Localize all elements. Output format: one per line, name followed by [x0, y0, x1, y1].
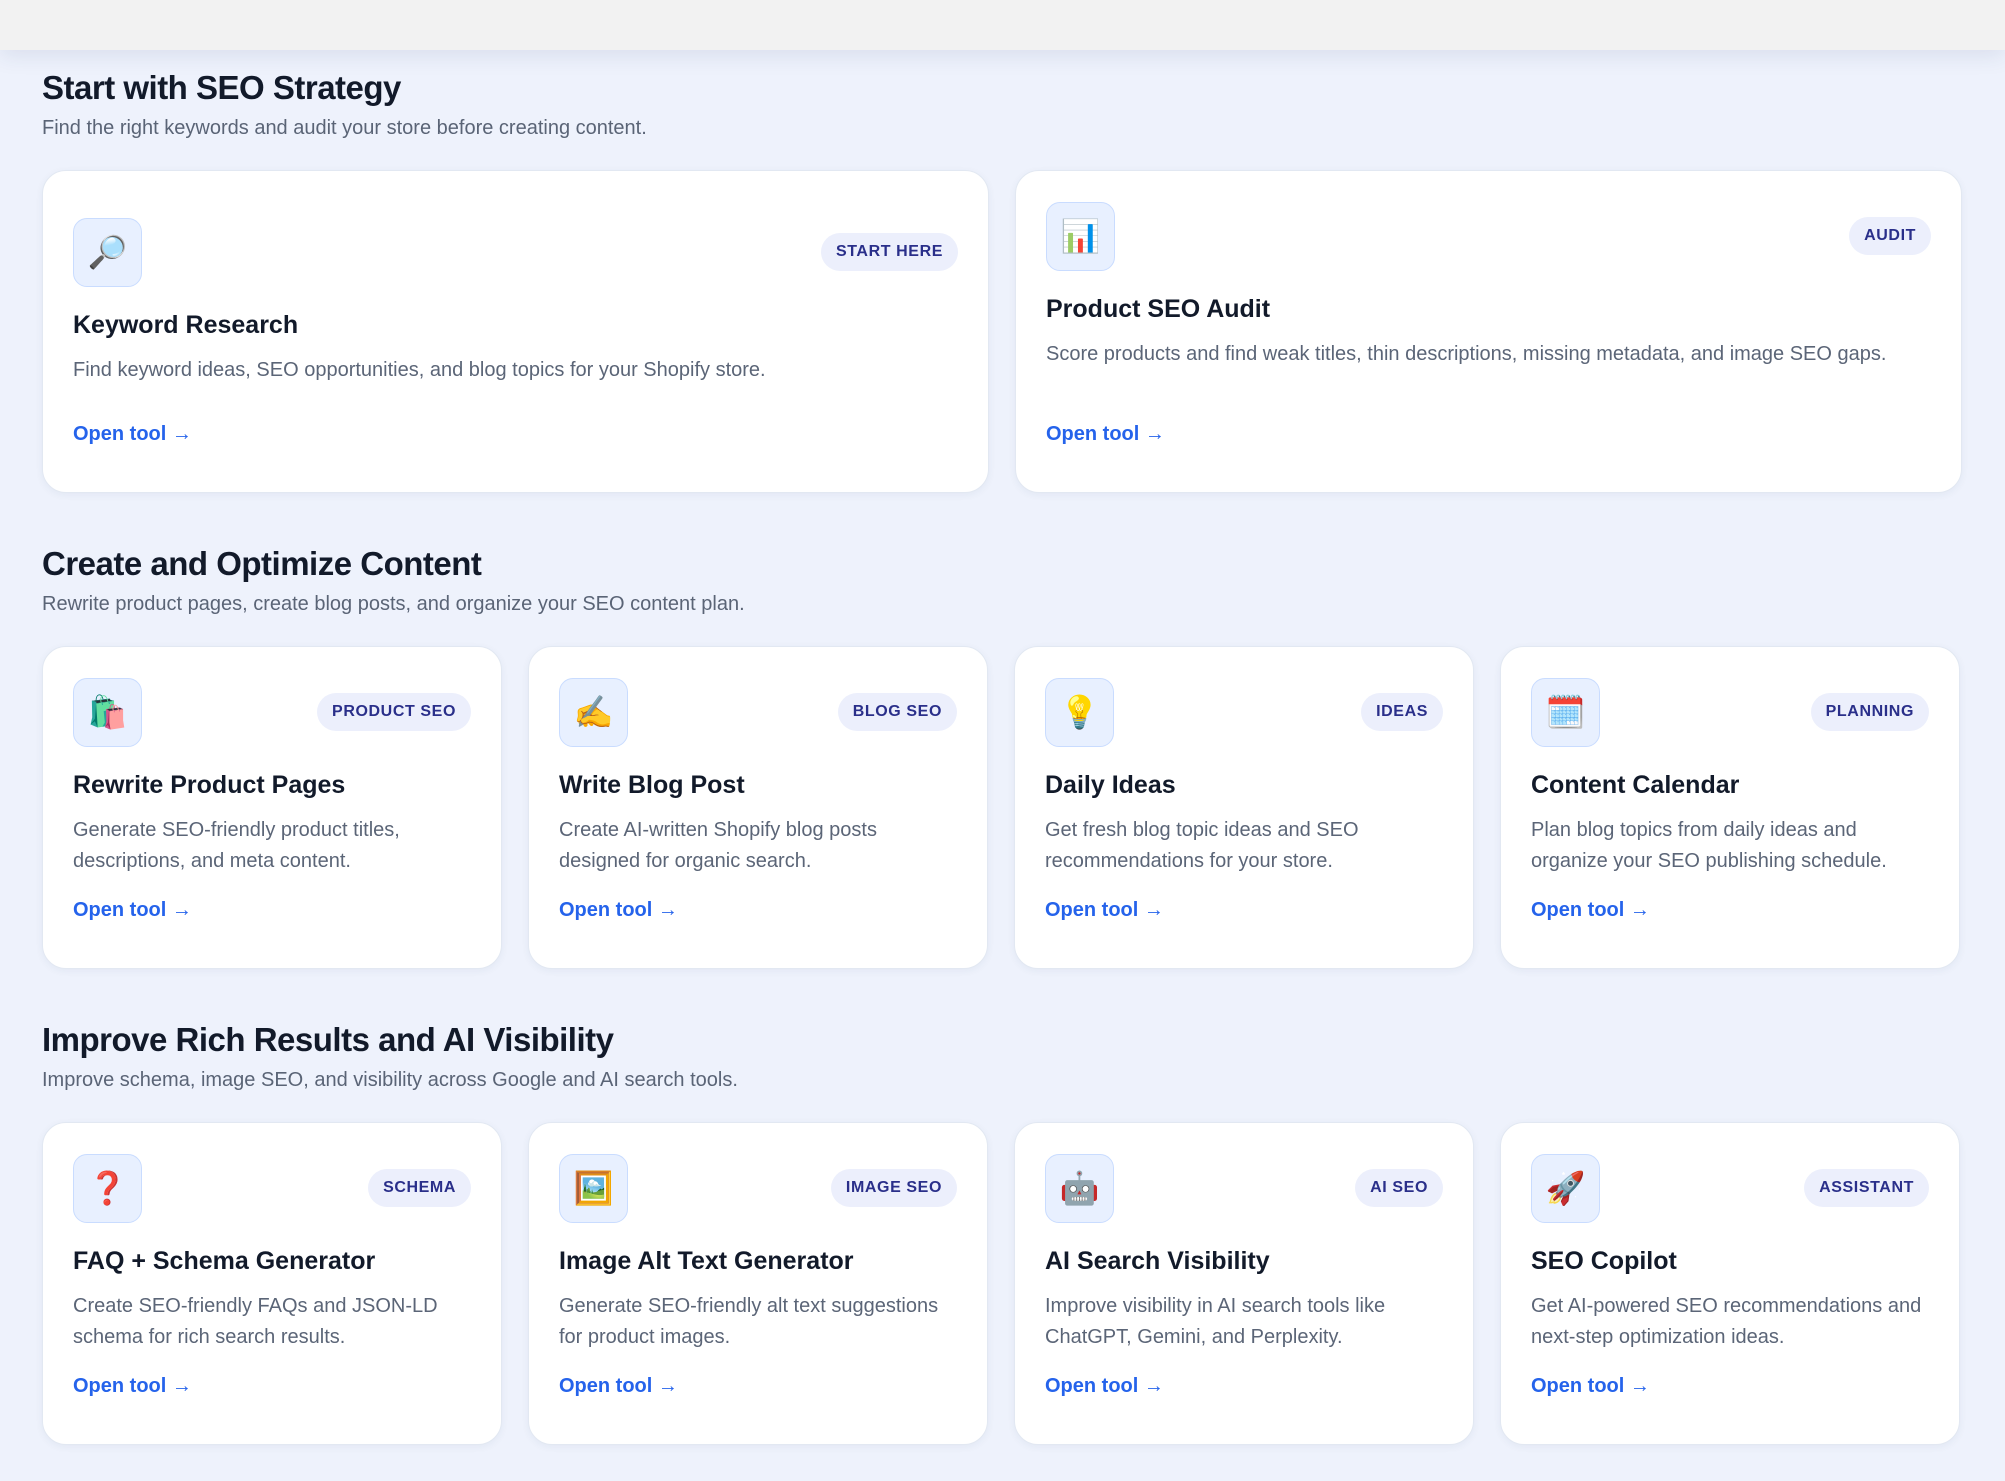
section-subtitle: Find the right keywords and audit your s… — [42, 117, 647, 139]
card-seo-copilot[interactable]: 🚀 ASSISTANT SEO Copilot Get AI-powered S… — [1500, 1122, 1960, 1445]
calendar-icon: 🗓️ — [1531, 677, 1600, 747]
card-badge: AI SEO — [1355, 1169, 1443, 1207]
card-image-alt-text-generator[interactable]: 🖼️ IMAGE SEO Image Alt Text Generator Ge… — [528, 1122, 988, 1445]
card-description: Generate SEO-friendly alt text suggestio… — [559, 1295, 939, 1348]
section-title: Create and Optimize Content — [42, 545, 482, 582]
card-keyword-research[interactable]: 🔎 START HERE Keyword Research Find keywo… — [42, 170, 989, 493]
card-title: FAQ + Schema Generator — [73, 1247, 376, 1275]
card-badge: PRODUCT SEO — [317, 693, 471, 731]
card-badge: SCHEMA — [368, 1169, 471, 1207]
open-tool-link[interactable]: Open tool → — [1045, 898, 1164, 922]
card-description: Plan blog topics from daily ideas and or… — [1531, 819, 1887, 872]
card-title: Daily Ideas — [1045, 771, 1176, 799]
card-description: Find keyword ideas, SEO opportunities, a… — [73, 359, 766, 381]
card-product-seo-audit[interactable]: 📊 AUDIT Product SEO Audit Score products… — [1015, 170, 1962, 493]
card-description: Improve visibility in AI search tools li… — [1045, 1295, 1386, 1348]
card-badge: BLOG SEO — [837, 693, 957, 731]
card-description: Get fresh blog topic ideas and SEO recom… — [1045, 819, 1359, 872]
card-daily-ideas[interactable]: 💡 IDEAS Daily Ideas Get fresh blog topic… — [1014, 646, 1474, 969]
open-tool-link[interactable]: Open tool → — [1531, 898, 1650, 922]
open-tool-link[interactable]: Open tool → — [1045, 1374, 1164, 1398]
card-badge: PLANNING — [1810, 693, 1929, 731]
lightbulb-icon: 💡 — [1045, 677, 1114, 747]
writing-hand-icon: ✍️ — [559, 677, 628, 747]
open-tool-link[interactable]: Open tool → — [559, 1374, 678, 1398]
card-faq-schema-generator[interactable]: ❓ SCHEMA FAQ + Schema Generator Create S… — [42, 1122, 502, 1445]
bar-chart-icon: 📊 — [1046, 201, 1115, 271]
card-description: Get AI-powered SEO recommendations and n… — [1531, 1295, 1922, 1348]
card-badge: IMAGE SEO — [830, 1169, 957, 1207]
card-title: SEO Copilot — [1531, 1247, 1677, 1275]
card-title: Rewrite Product Pages — [73, 771, 346, 799]
shopping-bags-icon: 🛍️ — [73, 677, 142, 747]
card-title: Image Alt Text Generator — [559, 1247, 854, 1275]
question-mark-icon: ❓ — [73, 1153, 142, 1223]
open-tool-link[interactable]: Open tool → — [73, 422, 192, 446]
framed-picture-icon: 🖼️ — [559, 1153, 628, 1223]
card-title: Keyword Research — [73, 311, 299, 339]
card-badge: ASSISTANT — [1804, 1169, 1929, 1207]
card-ai-search-visibility[interactable]: 🤖 AI SEO AI Search Visibility Improve vi… — [1014, 1122, 1474, 1445]
card-rewrite-product-pages[interactable]: 🛍️ PRODUCT SEO Rewrite Product Pages Gen… — [42, 646, 502, 969]
section-create-content: Create and Optimize Content Rewrite prod… — [42, 544, 1962, 969]
card-title: Product SEO Audit — [1046, 295, 1271, 323]
card-content-calendar[interactable]: 🗓️ PLANNING Content Calendar Plan blog t… — [1500, 646, 1960, 969]
top-bar — [0, 0, 2005, 50]
open-tool-link[interactable]: Open tool → — [1046, 422, 1165, 446]
section-title: Improve Rich Results and AI Visibility — [42, 1021, 614, 1058]
card-description: Generate SEO-friendly product titles, de… — [73, 819, 400, 872]
card-badge: IDEAS — [1361, 693, 1443, 731]
card-description: Score products and find weak titles, thi… — [1046, 343, 1887, 365]
section-subtitle: Improve schema, image SEO, and visibilit… — [42, 1069, 738, 1091]
open-tool-link[interactable]: Open tool → — [559, 898, 678, 922]
card-write-blog-post[interactable]: ✍️ BLOG SEO Write Blog Post Create AI-wr… — [528, 646, 988, 969]
robot-icon: 🤖 — [1045, 1153, 1114, 1223]
card-title: AI Search Visibility — [1045, 1247, 1270, 1275]
card-title: Content Calendar — [1531, 771, 1740, 799]
section-seo-strategy: Start with SEO Strategy Find the right k… — [42, 68, 1962, 493]
open-tool-link[interactable]: Open tool → — [1531, 1374, 1650, 1398]
open-tool-link[interactable]: Open tool → — [73, 898, 192, 922]
rocket-icon: 🚀 — [1531, 1153, 1600, 1223]
card-description: Create SEO-friendly FAQs and JSON-LD sch… — [73, 1295, 438, 1348]
card-badge: AUDIT — [1849, 217, 1931, 255]
card-title: Write Blog Post — [559, 771, 745, 799]
section-rich-results: Improve Rich Results and AI Visibility I… — [42, 1020, 1962, 1445]
open-tool-link[interactable]: Open tool → — [73, 1374, 192, 1398]
section-subtitle: Rewrite product pages, create blog posts… — [42, 593, 745, 615]
magnifier-icon: 🔎 — [73, 217, 142, 287]
card-description: Create AI-written Shopify blog posts des… — [559, 819, 877, 872]
section-title: Start with SEO Strategy — [42, 69, 401, 106]
card-badge: START HERE — [820, 233, 958, 271]
